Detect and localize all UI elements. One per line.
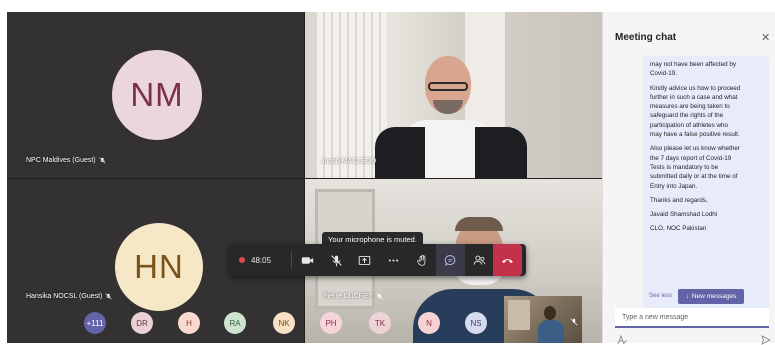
roster-avatar[interactable]: TK (369, 312, 391, 334)
roster-avatar[interactable]: NS (465, 312, 487, 334)
call-toolbar: 48:05 (229, 244, 526, 276)
format-icon[interactable] (617, 335, 627, 345)
video-stage: NM NPC Maldives (Guest) Jacob MACLEOD HN… (7, 12, 602, 343)
see-less-link[interactable]: See less (649, 293, 672, 299)
pip-person-body (538, 320, 564, 343)
mic-off-icon (570, 318, 578, 326)
chat-compose-input[interactable]: Type a new message (615, 308, 769, 328)
mic-off-icon (105, 293, 112, 300)
participant-name: Jacob MACLEOD (321, 158, 377, 165)
participants-button[interactable] (465, 244, 494, 276)
more-icon (388, 258, 399, 262)
chat-title: Meeting chat (615, 32, 677, 43)
call-timer: 48:05 (233, 256, 289, 265)
roster-avatar[interactable]: DR (131, 312, 153, 334)
mic-off-icon (99, 157, 106, 164)
participant-tile-jacob[interactable]: Jacob MACLEOD (305, 12, 602, 178)
chat-message-paragraph: Kindly advice us how to proceed further … (650, 84, 741, 139)
chat-message-paragraph: CLO, NOC Pakistan (650, 225, 707, 233)
camera-icon (302, 256, 314, 264)
person-hair (455, 217, 503, 231)
chat-message-paragraph: Javaid Shamshad Lodhi (650, 211, 718, 219)
mic-off-icon (376, 293, 383, 300)
raise-hand-icon (416, 254, 425, 266)
roster-avatar[interactable]: +111 (84, 312, 106, 334)
pip-person-head (544, 306, 556, 320)
roster-avatar[interactable]: H (178, 312, 200, 334)
send-icon[interactable] (761, 335, 771, 345)
people-icon (473, 255, 485, 265)
person-glasses (428, 82, 468, 91)
chat-message: may not have been affected by Covid-19. … (643, 56, 769, 318)
participant-name: NPC Maldives (Guest) (26, 157, 106, 164)
close-icon[interactable]: ✕ (761, 31, 770, 44)
recording-dot-icon (239, 257, 245, 263)
meeting-chat-panel: Meeting chat ✕ may not have been affecte… (602, 12, 775, 345)
roster-avatar[interactable]: NK (273, 312, 295, 334)
participant-name: Hansika NOCSL (Guest) (26, 293, 112, 300)
self-view-video[interactable] (504, 296, 582, 343)
participant-name: Pierre DUCREY (323, 293, 383, 300)
new-messages-button[interactable]: ↓ New messages (678, 289, 744, 304)
mic-off-icon (331, 254, 342, 266)
chat-message-paragraph: Also please let us know whether the 7 da… (650, 145, 740, 190)
person-jacket (375, 127, 425, 178)
participant-tile-npc-maldives[interactable]: NM NPC Maldives (Guest) (7, 12, 304, 178)
roster-avatar[interactable]: N (418, 312, 440, 334)
chat-message-paragraph: Thanks and regards, (650, 196, 708, 204)
roster-avatar[interactable]: RA (224, 312, 246, 334)
camera-button[interactable] (293, 244, 322, 276)
hang-up-button[interactable] (493, 244, 522, 276)
compose-toolbar (617, 335, 773, 345)
chat-icon (444, 254, 456, 266)
arrow-down-icon: ↓ (685, 293, 689, 300)
participant-avatar: NM (112, 50, 202, 140)
more-actions-button[interactable] (379, 244, 408, 276)
person-beard (433, 100, 463, 114)
chat-button[interactable] (436, 244, 465, 276)
chat-message-paragraph: may not have been affected by Covid-19. (650, 61, 737, 78)
mic-button[interactable] (322, 244, 351, 276)
raise-hand-button[interactable] (408, 244, 437, 276)
roster-avatar[interactable]: PH (320, 312, 342, 334)
share-screen-icon (359, 255, 371, 265)
participant-avatar: HN (115, 223, 203, 311)
toolbar-divider (290, 251, 292, 269)
share-screen-button[interactable] (351, 244, 380, 276)
person-jacket-right (475, 127, 527, 178)
phone-hangup-icon (502, 258, 513, 263)
pip-window (508, 300, 530, 330)
